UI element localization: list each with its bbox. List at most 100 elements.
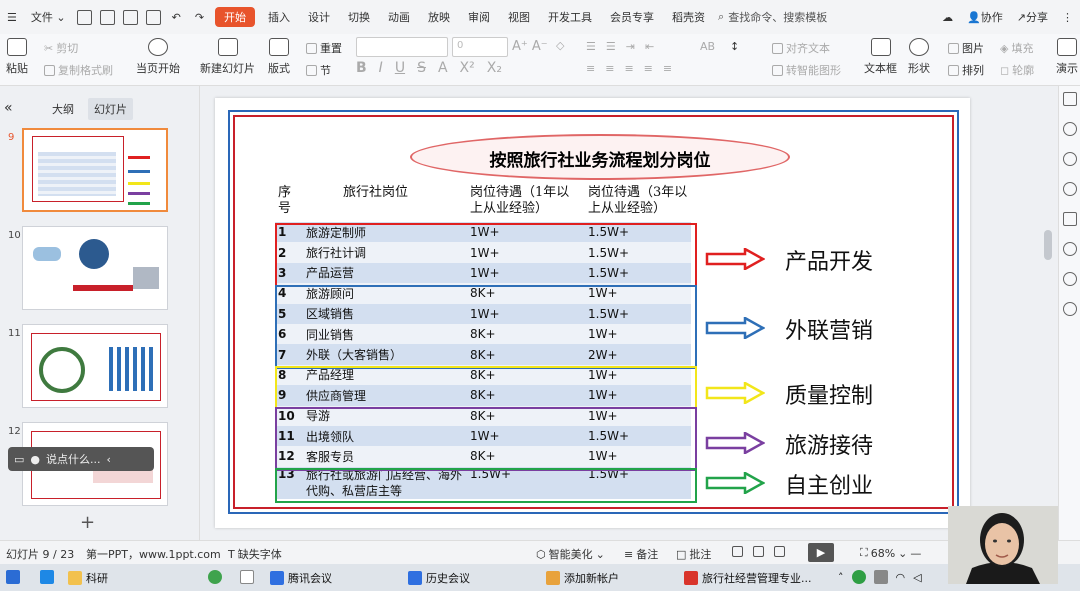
chevron-left-icon[interactable]: ‹ — [107, 453, 111, 466]
number-list-icon[interactable]: ☰ — [606, 40, 616, 53]
textbox-button[interactable]: 文本框 — [864, 38, 897, 76]
normal-view-icon[interactable] — [732, 546, 743, 557]
start-button[interactable] — [6, 570, 20, 584]
tab-slideshow[interactable]: 放映 — [419, 0, 459, 34]
font-size-select[interactable]: 0 — [452, 37, 508, 57]
chat-floater[interactable]: ▭ ● 说点什么... ‹ — [8, 447, 154, 471]
collapse-panel-icon[interactable]: « — [4, 100, 13, 116]
tab-review[interactable]: 审阅 — [459, 0, 499, 34]
copy-button[interactable]: 复制 — [44, 62, 80, 78]
text-direction-icon[interactable]: AB — [700, 40, 715, 53]
align-right-icon[interactable]: ≡ — [624, 62, 633, 75]
taskbar-meeting[interactable]: 腾讯会议 — [270, 570, 332, 586]
collab-button[interactable]: 👤 协作 — [960, 0, 1010, 34]
picture-button[interactable]: 图片 — [948, 40, 984, 56]
save-icon[interactable] — [76, 9, 92, 25]
tab-member[interactable]: 会员专享 — [601, 0, 663, 34]
bullet-list-icon[interactable]: ☰ — [586, 40, 596, 53]
outdent-icon[interactable]: ⇤ — [645, 40, 654, 53]
subscript-icon[interactable]: X₂ — [487, 60, 502, 76]
undo-icon[interactable]: ↶ — [165, 0, 188, 34]
slide-thumbnail[interactable] — [22, 128, 168, 212]
tab-insert[interactable]: 插入 — [259, 0, 299, 34]
chevron-up-icon[interactable]: ˄ — [838, 571, 844, 584]
tab-developer[interactable]: 开发工具 — [539, 0, 601, 34]
align-text-button[interactable]: 对齐文本 — [772, 40, 830, 56]
reset-button[interactable]: 重置 — [306, 40, 342, 56]
export-icon[interactable] — [99, 9, 115, 25]
wifi-icon[interactable]: ◠ — [896, 571, 906, 584]
outline-button[interactable]: ◻ 轮廓 — [1000, 62, 1034, 78]
taskbar-folder[interactable]: 科研 — [68, 570, 108, 586]
beautify-button[interactable]: ⬡ 智能美化 ⌄ — [536, 546, 605, 562]
line-spacing-icon[interactable]: ↕ — [730, 40, 739, 53]
underline-icon[interactable]: U — [395, 60, 405, 76]
tab-home[interactable]: 开始 — [215, 7, 256, 27]
zoom-out-icon[interactable]: — — [910, 547, 921, 560]
tab-design[interactable]: 设计 — [299, 0, 339, 34]
file-menu[interactable]: 文件 ⌄ — [24, 0, 73, 34]
screen-share-icon[interactable]: ▭ — [14, 453, 24, 466]
redo-icon[interactable]: ↷ — [188, 0, 211, 34]
slide-title[interactable]: 按照旅行社业务流程划分岗位 — [410, 146, 790, 171]
layout-button[interactable]: 版式 — [268, 38, 290, 76]
taskbar-app[interactable] — [208, 570, 222, 584]
font-grow-icon[interactable]: A⁺ A⁻ — [512, 39, 548, 54]
distribute-icon[interactable]: ≡ — [663, 62, 672, 75]
smart-shape-button[interactable]: 转智能图形 — [772, 62, 841, 78]
presenter-button[interactable]: 演示 — [1056, 38, 1078, 76]
preview-icon[interactable] — [145, 9, 161, 25]
volume-icon[interactable]: ◁ — [913, 571, 921, 584]
chat-input[interactable]: 说点什么... — [46, 451, 101, 467]
tray-app-icon[interactable] — [851, 570, 866, 584]
taskbar-app[interactable] — [40, 570, 54, 584]
arrange-button[interactable]: 排列 — [948, 62, 984, 78]
comment-button[interactable]: □ 批注 — [676, 546, 711, 562]
align-left-icon[interactable]: ≡ — [586, 62, 595, 75]
format-painter-button[interactable]: 格式刷 — [80, 62, 113, 78]
clear-format-icon[interactable]: ◇ — [556, 39, 564, 52]
start-current-button[interactable]: 当页开始 — [136, 38, 180, 76]
indent-icon[interactable]: ⇥ — [626, 40, 635, 53]
tray-app-icon[interactable] — [873, 570, 888, 584]
cut-button[interactable]: ✂ 剪切 — [44, 40, 78, 56]
tab-animation[interactable]: 动画 — [379, 0, 419, 34]
taskbar-app[interactable] — [240, 570, 254, 584]
select-icon[interactable] — [1063, 92, 1077, 106]
superscript-icon[interactable]: X² — [460, 60, 475, 76]
bold-icon[interactable]: B — [356, 60, 367, 76]
tab-outline[interactable]: 大纲 — [52, 101, 74, 117]
slide[interactable]: 按照旅行社业务流程划分岗位 序号 旅行社岗位 岗位待遇（1年以上从业经验） 岗位… — [215, 98, 970, 528]
zoom-control[interactable]: ⛶ 68% ⌄ — — [860, 546, 921, 560]
tab-slides[interactable]: 幻灯片 — [88, 98, 133, 120]
font-family-select[interactable] — [356, 37, 448, 57]
print-icon[interactable] — [122, 9, 138, 25]
ai-icon[interactable] — [1063, 272, 1077, 286]
strike-icon[interactable]: S — [417, 60, 426, 76]
more-icon[interactable]: ⋮ — [1055, 0, 1080, 34]
add-slide-icon[interactable]: + — [80, 512, 95, 533]
new-slide-button[interactable]: 新建幻灯片 — [200, 38, 255, 76]
font-style-group[interactable]: B I U S A X² X₂ — [356, 60, 502, 76]
section-button[interactable]: 节 — [306, 62, 331, 78]
fit-icon[interactable]: ⛶ — [860, 546, 868, 560]
play-slideshow-button[interactable]: ▶ — [808, 543, 834, 562]
reading-view-icon[interactable] — [774, 546, 785, 557]
slide-thumbnail[interactable] — [22, 226, 168, 310]
fill-button[interactable]: ◈ 填充 — [1000, 40, 1033, 56]
cloud-icon[interactable]: ☁ — [935, 0, 960, 34]
share-button[interactable]: ↗ 分享 — [1010, 0, 1055, 34]
taskbar-history[interactable]: 历史会议 — [408, 570, 470, 586]
tab-view[interactable]: 视图 — [499, 0, 539, 34]
search-input[interactable]: 查找命令、搜索模板 — [728, 9, 827, 25]
justify-icon[interactable]: ≡ — [644, 62, 653, 75]
tab-docer[interactable]: 稻壳资 — [663, 0, 714, 34]
command-search[interactable]: ⌕ 查找命令、搜索模板 — [718, 9, 827, 25]
slides-icon[interactable] — [1063, 212, 1077, 226]
canvas-scrollbar[interactable] — [1044, 230, 1052, 260]
tab-transition[interactable]: 切换 — [339, 0, 379, 34]
slide-thumbnail[interactable] — [22, 324, 168, 408]
taskbar-wps[interactable]: 旅行社经营管理专业... — [684, 570, 812, 586]
paste-button[interactable]: 粘贴 — [6, 38, 28, 76]
align-center-icon[interactable]: ≡ — [605, 62, 614, 75]
